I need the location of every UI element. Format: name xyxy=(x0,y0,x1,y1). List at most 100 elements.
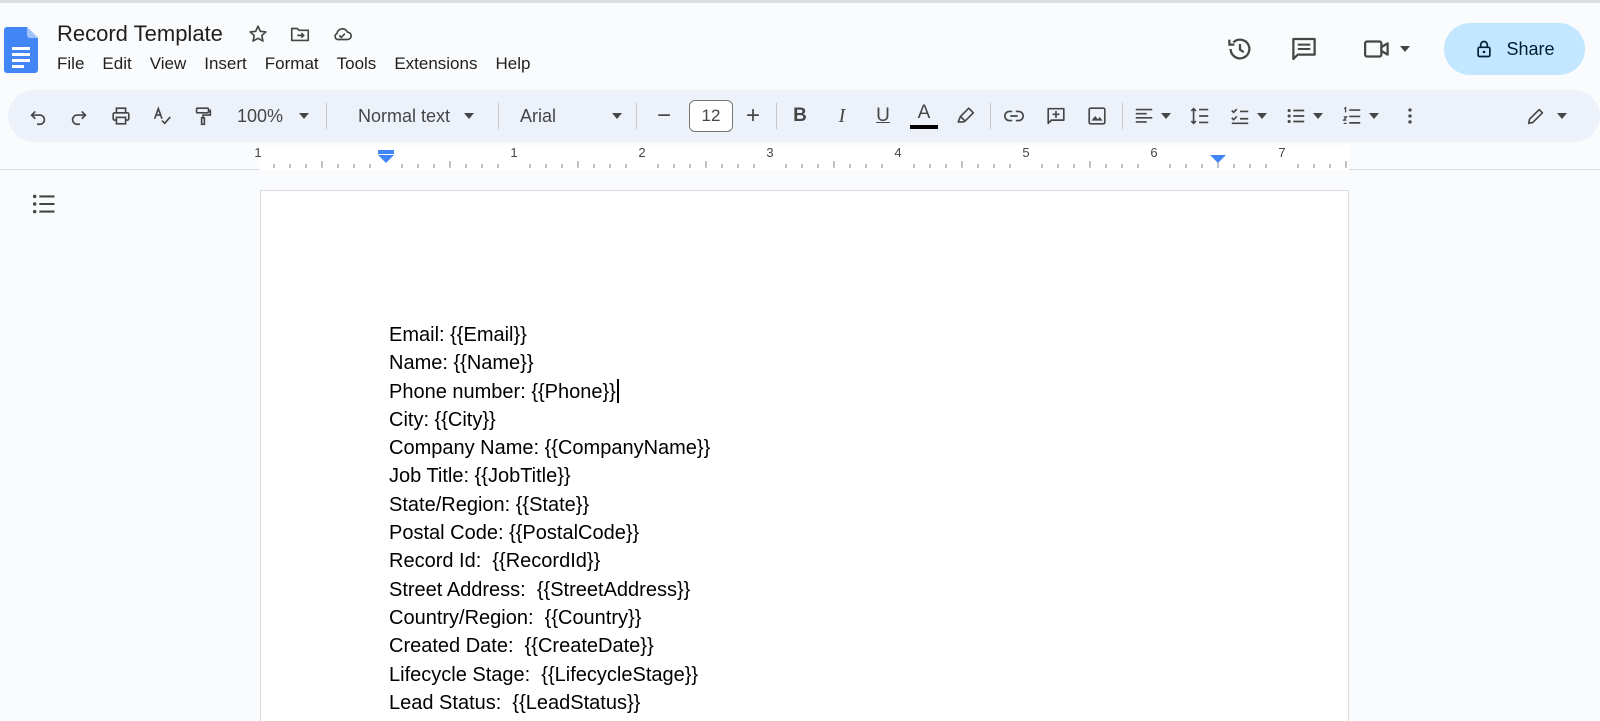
add-comment-button[interactable] xyxy=(1038,90,1074,142)
toolbar-divider xyxy=(498,103,499,129)
numbered-list-icon xyxy=(1342,106,1361,124)
more-options-button[interactable] xyxy=(1392,90,1428,142)
name-line[interactable]: Name: {{Name}} xyxy=(389,349,710,377)
menu-format[interactable]: Format xyxy=(256,51,328,77)
app-header: Record Template File Edit View Insert Fo… xyxy=(0,3,1600,87)
menu-file[interactable]: File xyxy=(48,51,93,77)
ruler-label: 6 xyxy=(1150,145,1157,160)
lock-icon xyxy=(1477,40,1492,58)
font-dropdown-icon xyxy=(612,113,622,119)
version-history-button[interactable] xyxy=(1222,31,1258,67)
phone-line[interactable]: Phone number: {{Phone}} xyxy=(389,378,710,406)
paragraph-style-dropdown-icon xyxy=(464,113,475,119)
email-line[interactable]: Email: {{Email}} xyxy=(389,321,710,349)
document-outline-button[interactable] xyxy=(29,189,59,219)
version-history-icon xyxy=(1228,38,1251,60)
bulleted-list-dropdown-icon xyxy=(1313,113,1323,119)
spellcheck-button[interactable] xyxy=(144,90,180,142)
align-dropdown-icon xyxy=(1161,113,1171,119)
title-row: Record Template xyxy=(57,19,353,49)
numbered-list-dropdown-icon xyxy=(1369,113,1379,119)
outline-icon xyxy=(32,194,55,214)
text-color-button[interactable]: A xyxy=(906,90,942,142)
meet-button[interactable] xyxy=(1356,31,1416,67)
more-vert-icon xyxy=(1408,108,1412,124)
editing-mode-dropdown-icon xyxy=(1557,113,1567,119)
undo-icon xyxy=(30,110,46,126)
align-select[interactable] xyxy=(1128,90,1176,142)
print-icon xyxy=(112,107,130,125)
editing-mode-select[interactable] xyxy=(1516,90,1576,142)
country-region-line[interactable]: Country/Region: {{Country}} xyxy=(389,604,710,632)
undo-button[interactable] xyxy=(20,90,56,142)
record-id-line[interactable]: Record Id: {{RecordId}} xyxy=(389,547,710,575)
paint-format-icon xyxy=(195,107,212,126)
ruler-label: 1 xyxy=(254,145,261,160)
state-region-line[interactable]: State/Region: {{State}} xyxy=(389,491,710,519)
document-title[interactable]: Record Template xyxy=(57,21,227,47)
bold-button[interactable]: B xyxy=(782,90,818,142)
job-title-line[interactable]: Job Title: {{JobTitle}} xyxy=(389,462,710,490)
redo-button[interactable] xyxy=(61,90,97,142)
paint-format-button[interactable] xyxy=(185,90,221,142)
zoom-value: 100% xyxy=(236,105,284,126)
italic-button[interactable]: I xyxy=(824,90,860,142)
link-icon xyxy=(1004,110,1024,122)
comments-button[interactable] xyxy=(1286,31,1322,67)
menu-edit[interactable]: Edit xyxy=(93,51,140,77)
bulleted-list-icon xyxy=(1287,108,1305,124)
image-icon xyxy=(1088,107,1106,125)
line-spacing-button[interactable] xyxy=(1182,90,1218,142)
menu-tools[interactable]: Tools xyxy=(328,51,386,77)
align-left-icon xyxy=(1135,108,1153,123)
created-date-line[interactable]: Created Date: {{CreateDate}} xyxy=(389,632,710,660)
lead-status-line[interactable]: Lead Status: {{LeadStatus}} xyxy=(389,689,710,717)
docs-logo-icon[interactable] xyxy=(4,27,38,73)
increase-font-size-button[interactable]: + xyxy=(735,90,771,142)
menu-help[interactable]: Help xyxy=(486,51,539,77)
highlight-color-button[interactable] xyxy=(948,90,984,142)
ruler-label: 5 xyxy=(1022,145,1029,160)
checklist-dropdown-icon xyxy=(1257,113,1267,119)
checklist-select[interactable] xyxy=(1224,90,1272,142)
zoom-dropdown-icon xyxy=(299,113,310,119)
checklist-icon xyxy=(1231,108,1249,125)
star-icon[interactable] xyxy=(247,23,269,45)
insert-link-button[interactable] xyxy=(996,90,1032,142)
cloud-saved-icon[interactable] xyxy=(331,23,353,45)
move-to-folder-icon[interactable] xyxy=(289,23,311,45)
highlighter-icon xyxy=(957,107,975,123)
comments-icon xyxy=(1292,37,1316,61)
meet-dropdown-icon xyxy=(1400,46,1410,52)
document-body[interactable]: Email: {{Email}} Name: {{Name}} Phone nu… xyxy=(389,321,710,717)
font-select[interactable]: Arial xyxy=(508,90,632,142)
numbered-list-select[interactable] xyxy=(1336,90,1384,142)
street-address-line[interactable]: Street Address: {{StreetAddress}} xyxy=(389,576,710,604)
zoom-select[interactable]: 100% xyxy=(226,90,320,142)
share-button[interactable]: Share xyxy=(1444,23,1585,75)
toolbar-divider xyxy=(990,103,991,129)
ruler: 1 1 2 3 4 5 6 7 xyxy=(0,145,1600,170)
menu-extensions[interactable]: Extensions xyxy=(385,51,486,77)
ruler-label: 2 xyxy=(638,145,645,160)
document-page[interactable]: Email: {{Email}} Name: {{Name}} Phone nu… xyxy=(260,190,1349,721)
city-line[interactable]: City: {{City}} xyxy=(389,406,710,434)
ruler-label: 1 xyxy=(510,145,517,160)
postal-code-line[interactable]: Postal Code: {{PostalCode}} xyxy=(389,519,710,547)
underline-button[interactable]: U xyxy=(865,90,901,142)
insert-image-button[interactable] xyxy=(1079,90,1115,142)
decrease-font-size-button[interactable]: − xyxy=(646,90,682,142)
ruler-label: 3 xyxy=(766,145,773,160)
menu-insert[interactable]: Insert xyxy=(195,51,256,77)
lifecycle-stage-line[interactable]: Lifecycle Stage: {{LifecycleStage}} xyxy=(389,661,710,689)
menu-view[interactable]: View xyxy=(141,51,196,77)
company-name-line[interactable]: Company Name: {{CompanyName}} xyxy=(389,434,710,462)
toolbar-divider xyxy=(1122,103,1123,129)
paragraph-style-select[interactable]: Normal text xyxy=(336,90,496,142)
redo-icon xyxy=(71,110,87,126)
first-line-indent-marker[interactable] xyxy=(378,150,394,154)
toolbar-divider xyxy=(776,103,777,129)
font-size-input[interactable]: 12 xyxy=(689,100,733,132)
print-button[interactable] xyxy=(103,90,139,142)
bulleted-list-select[interactable] xyxy=(1280,90,1328,142)
